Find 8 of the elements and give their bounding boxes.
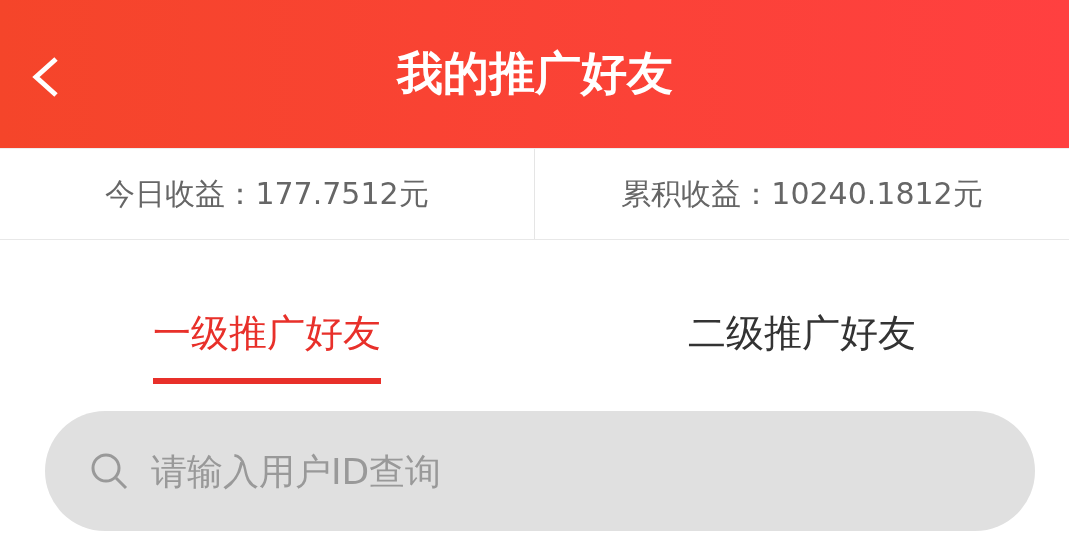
stat-text: 今日收益：177.7512元	[105, 174, 429, 213]
page-title: 我的推广好友	[396, 45, 673, 102]
tab[interactable]: 一级推广好友	[153, 240, 382, 384]
back-icon[interactable]	[30, 56, 60, 98]
tab[interactable]: 二级推广好友	[687, 240, 916, 384]
search-icon	[89, 451, 129, 491]
stat-text: 累积收益：10240.1812元	[621, 174, 983, 213]
search-field[interactable]: 请输入用户ID查询	[45, 411, 1035, 531]
